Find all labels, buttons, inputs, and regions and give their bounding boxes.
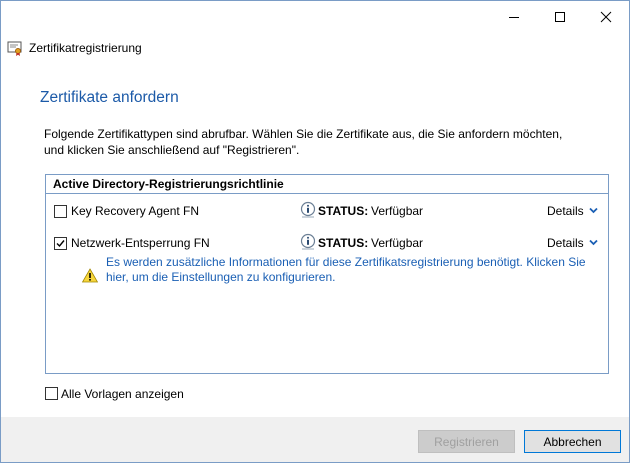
certificate-name: Key Recovery Agent FN [71,204,200,218]
details-link[interactable]: Details [547,204,584,218]
status-label: STATUS: [318,236,369,250]
certificate-checkbox[interactable] [54,237,67,250]
configure-settings-link[interactable]: Es werden zusätzliche Informationen für … [106,255,586,285]
status-label: STATUS: [318,204,369,218]
minimize-icon [509,17,519,18]
checkmark-icon [56,240,65,248]
close-button[interactable] [583,1,629,33]
show-all-templates-label: Alle Vorlagen anzeigen [61,387,184,401]
info-icon [300,233,316,250]
certificate-row[interactable]: Netzwerk-Entsperrung FN STATUS: Verfügba… [46,232,608,256]
policy-header: Active Directory-Registrierungsrichtlini… [46,175,608,194]
wizard-header: Zertifikatregistrierung [7,39,142,57]
cancel-button[interactable]: Abbrechen [524,430,621,453]
title-bar[interactable] [1,1,629,33]
window-title: Zertifikatregistrierung [29,41,142,55]
chevron-down-icon[interactable] [589,239,598,246]
minimize-button[interactable] [491,1,537,33]
enrollment-policy-group: Active Directory-Registrierungsrichtlini… [45,174,609,374]
page-title: Zertifikate anfordern [40,89,179,106]
chevron-down-icon[interactable] [589,207,598,214]
wizard-content: Zertifikate anfordern Folgende Zertifika… [1,63,629,417]
status-value: Verfügbar [371,236,424,250]
certificate-checkbox[interactable] [54,205,67,218]
certificate-name: Netzwerk-Entsperrung FN [71,236,210,250]
status-value: Verfügbar [371,204,424,218]
page-description: Folgende Zertifikattypen sind abrufbar. … [44,127,563,157]
info-icon [300,201,316,218]
warning-icon [82,268,98,283]
maximize-icon [555,12,565,22]
register-button[interactable]: Registrieren [418,430,515,453]
show-all-templates-checkbox[interactable] [45,387,58,400]
close-icon [600,11,612,23]
certificate-enrollment-window: Zertifikatregistrierung Zertifikate anfo… [0,0,630,463]
policy-title: Active Directory-Registrierungsrichtlini… [53,177,284,191]
certificate-icon [7,41,22,56]
details-link[interactable]: Details [547,236,584,250]
certificate-row[interactable]: Key Recovery Agent FN STATUS: Verfügbar … [46,200,608,224]
wizard-footer: Registrieren Abbrechen [1,417,629,462]
maximize-button[interactable] [537,1,583,33]
